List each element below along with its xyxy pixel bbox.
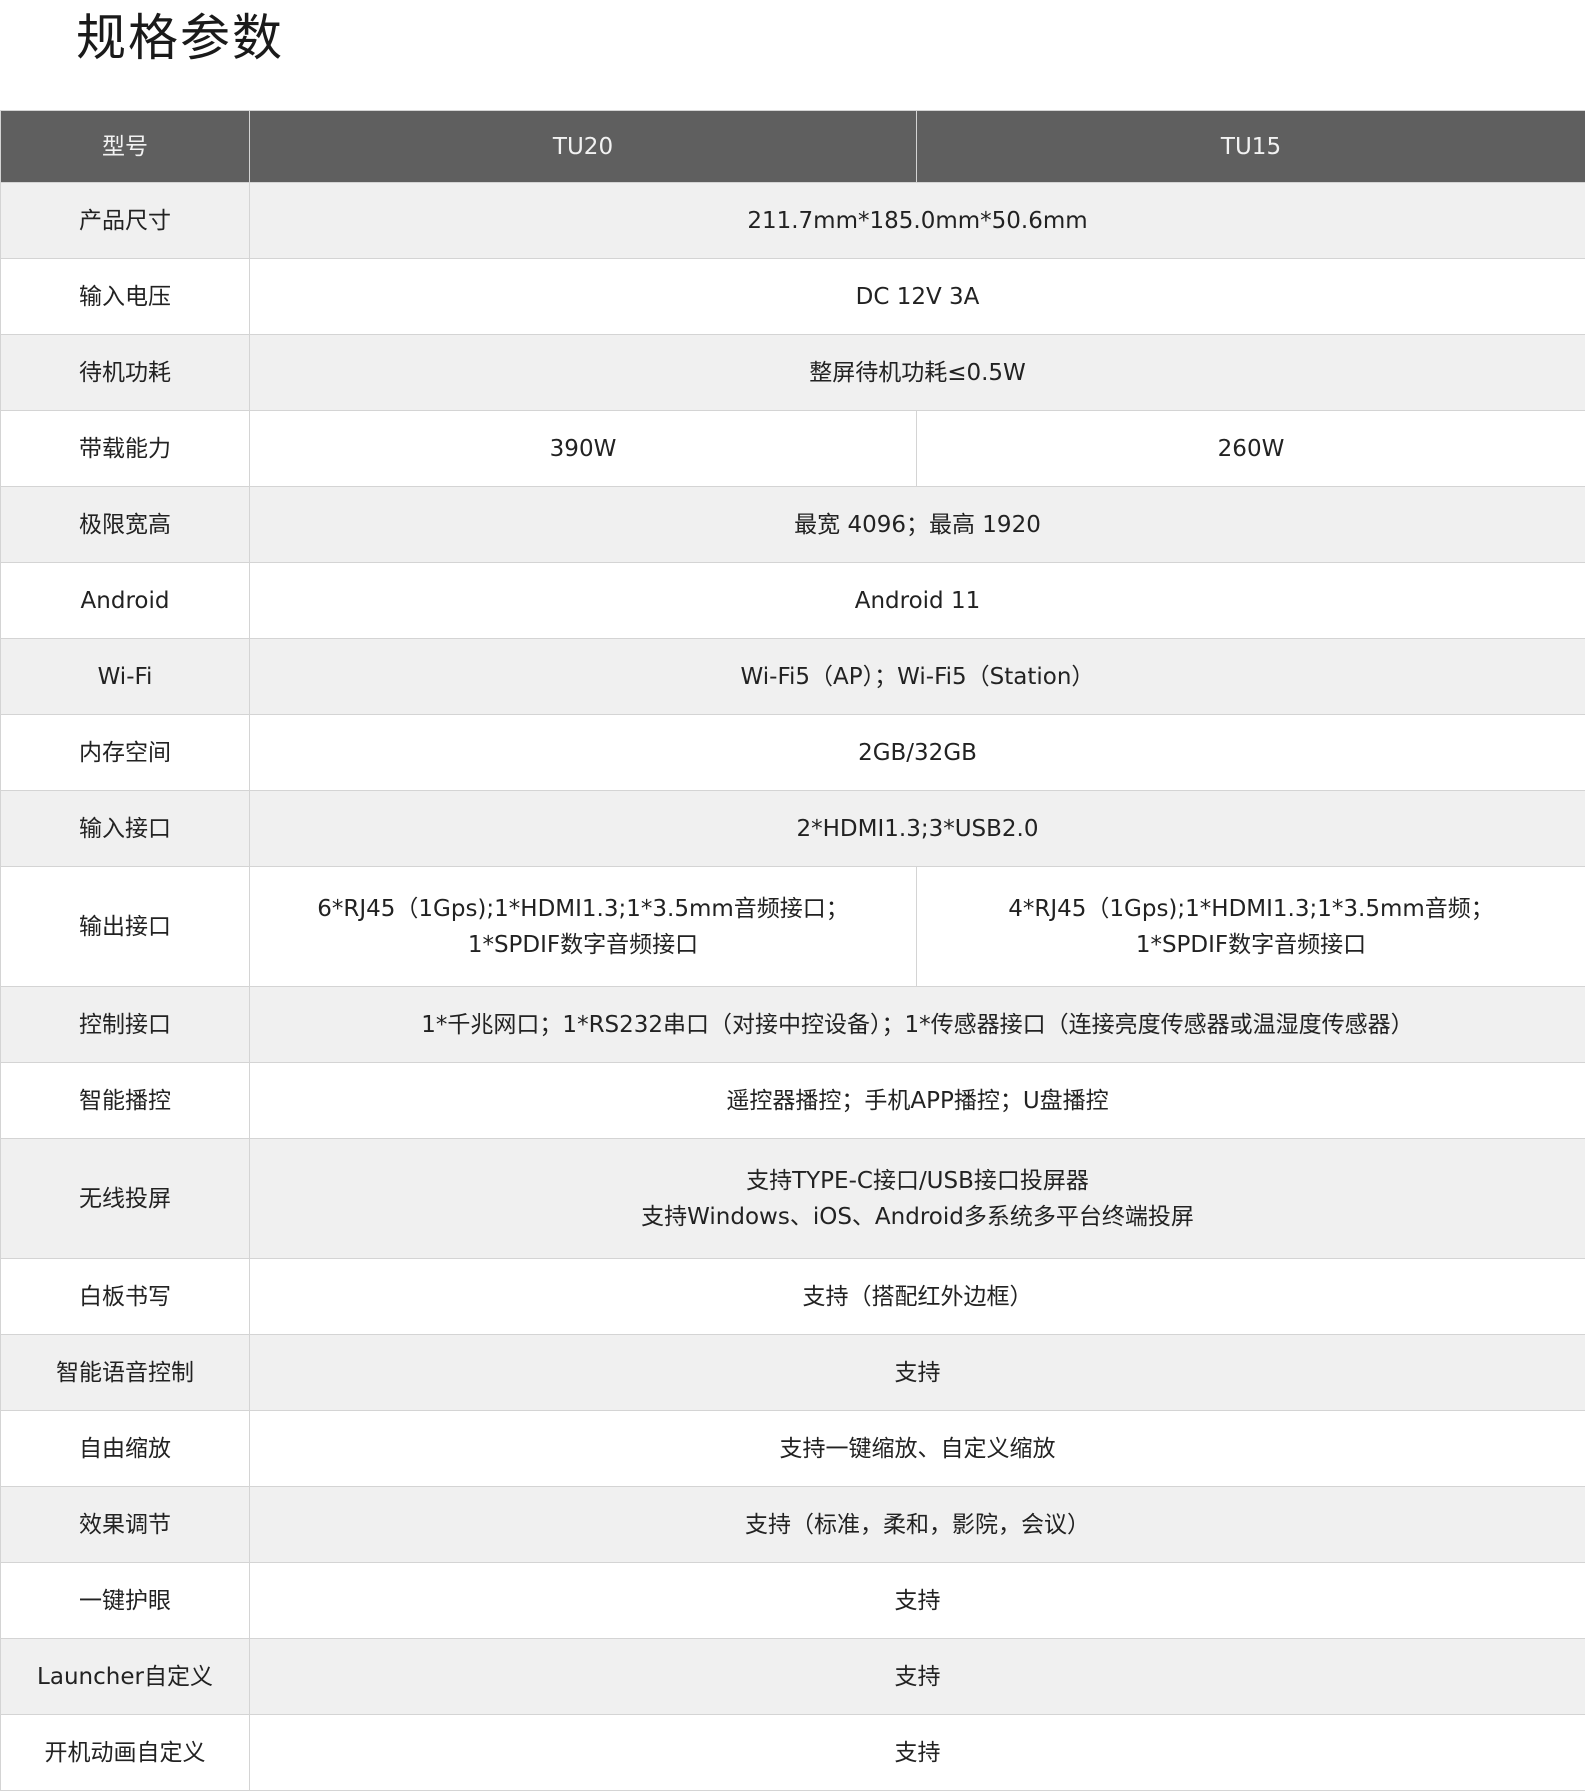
- row-label: 智能语音控制: [0, 1334, 250, 1411]
- row-label: 开机动画自定义: [0, 1714, 250, 1791]
- row-value: Android 11: [249, 562, 1585, 639]
- row-value: 2GB/32GB: [249, 714, 1585, 791]
- table-row: Wi-Fi Wi-Fi5（AP）；Wi-Fi5（Station）: [0, 638, 1585, 715]
- row-label: 自由缩放: [0, 1410, 250, 1487]
- table-row: 智能播控 遥控器播控；手机APP播控；U盘播控: [0, 1062, 1585, 1139]
- row-label: 极限宽高: [0, 486, 250, 563]
- row-value: Wi-Fi5（AP）；Wi-Fi5（Station）: [249, 638, 1585, 715]
- table-row: 控制接口 1*千兆网口；1*RS232串口（对接中控设备）；1*传感器接口（连接…: [0, 986, 1585, 1063]
- row-value-tu15: 4*RJ45（1Gps);1*HDMI1.3;1*3.5mm音频； 1*SPDI…: [916, 866, 1585, 987]
- row-value: 遥控器播控；手机APP播控；U盘播控: [249, 1062, 1585, 1139]
- table-row: 待机功耗 整屏待机功耗≤0.5W: [0, 334, 1585, 411]
- table-row: Android Android 11: [0, 562, 1585, 639]
- row-value: 2*HDMI1.3;3*USB2.0: [249, 790, 1585, 867]
- row-value: 整屏待机功耗≤0.5W: [249, 334, 1585, 411]
- row-label: Android: [0, 562, 250, 639]
- value-line: 6*RJ45（1Gps);1*HDMI1.3;1*3.5mm音频接口；: [317, 895, 849, 922]
- table-row: 输入电压 DC 12V 3A: [0, 258, 1585, 335]
- row-value: 支持: [249, 1714, 1585, 1791]
- table-header-row: 型号 TU20 TU15: [0, 110, 1585, 183]
- row-label: Wi-Fi: [0, 638, 250, 715]
- table-row: 输入接口 2*HDMI1.3;3*USB2.0: [0, 790, 1585, 867]
- row-label: 待机功耗: [0, 334, 250, 411]
- value-line: 4*RJ45（1Gps);1*HDMI1.3;1*3.5mm音频；: [1008, 895, 1494, 922]
- table-row: 效果调节 支持（标准，柔和，影院，会议）: [0, 1486, 1585, 1563]
- row-value: DC 12V 3A: [249, 258, 1585, 335]
- table-row: 产品尺寸 211.7mm*185.0mm*50.6mm: [0, 182, 1585, 259]
- spec-table: 型号 TU20 TU15 产品尺寸 211.7mm*185.0mm*50.6mm…: [0, 110, 1585, 1791]
- table-row: 一键护眼 支持: [0, 1562, 1585, 1639]
- row-value-tu20: 6*RJ45（1Gps);1*HDMI1.3;1*3.5mm音频接口； 1*SP…: [249, 866, 917, 987]
- header-model-label: 型号: [0, 110, 250, 183]
- table-row: Launcher自定义 支持: [0, 1638, 1585, 1715]
- table-row: 白板书写 支持（搭配红外边框）: [0, 1258, 1585, 1335]
- header-model-tu20: TU20: [249, 110, 917, 183]
- table-row: 极限宽高 最宽 4096；最高 1920: [0, 486, 1585, 563]
- row-label: Launcher自定义: [0, 1638, 250, 1715]
- row-value: 支持: [249, 1334, 1585, 1411]
- table-row: 带载能力 390W 260W: [0, 410, 1585, 487]
- row-label: 内存空间: [0, 714, 250, 791]
- row-label: 无线投屏: [0, 1138, 250, 1259]
- page-title: 规格参数: [76, 9, 284, 67]
- row-label: 产品尺寸: [0, 182, 250, 259]
- row-label: 一键护眼: [0, 1562, 250, 1639]
- row-value: 支持TYPE-C接口/USB接口投屏器 支持Windows、iOS、Androi…: [249, 1138, 1585, 1259]
- header-model-tu15: TU15: [916, 110, 1585, 183]
- value-line: 1*SPDIF数字音频接口: [467, 931, 699, 958]
- table-row: 自由缩放 支持一键缩放、自定义缩放: [0, 1410, 1585, 1487]
- row-label: 输入接口: [0, 790, 250, 867]
- row-label: 输入电压: [0, 258, 250, 335]
- row-value-tu20: 390W: [249, 410, 917, 487]
- table-row: 开机动画自定义 支持: [0, 1714, 1585, 1791]
- row-value: 211.7mm*185.0mm*50.6mm: [249, 182, 1585, 259]
- row-value: 支持一键缩放、自定义缩放: [249, 1410, 1585, 1487]
- row-label: 控制接口: [0, 986, 250, 1063]
- row-label: 输出接口: [0, 866, 250, 987]
- table-row: 输出接口 6*RJ45（1Gps);1*HDMI1.3;1*3.5mm音频接口；…: [0, 866, 1585, 987]
- table-row: 无线投屏 支持TYPE-C接口/USB接口投屏器 支持Windows、iOS、A…: [0, 1138, 1585, 1259]
- row-value: 1*千兆网口；1*RS232串口（对接中控设备）；1*传感器接口（连接亮度传感器…: [249, 986, 1585, 1063]
- value-line: 支持Windows、iOS、Android多系统多平台终端投屏: [641, 1203, 1194, 1230]
- row-label: 白板书写: [0, 1258, 250, 1335]
- row-value: 支持: [249, 1638, 1585, 1715]
- table-row: 内存空间 2GB/32GB: [0, 714, 1585, 791]
- row-value: 支持: [249, 1562, 1585, 1639]
- row-value: 支持（标准，柔和，影院，会议）: [249, 1486, 1585, 1563]
- value-line: 支持TYPE-C接口/USB接口投屏器: [746, 1167, 1089, 1194]
- row-label: 效果调节: [0, 1486, 250, 1563]
- row-value: 支持（搭配红外边框）: [249, 1258, 1585, 1335]
- table-row: 智能语音控制 支持: [0, 1334, 1585, 1411]
- row-label: 带载能力: [0, 410, 250, 487]
- row-value-tu15: 260W: [916, 410, 1585, 487]
- value-line: 1*SPDIF数字音频接口: [1135, 931, 1367, 958]
- row-value: 最宽 4096；最高 1920: [249, 486, 1585, 563]
- row-label: 智能播控: [0, 1062, 250, 1139]
